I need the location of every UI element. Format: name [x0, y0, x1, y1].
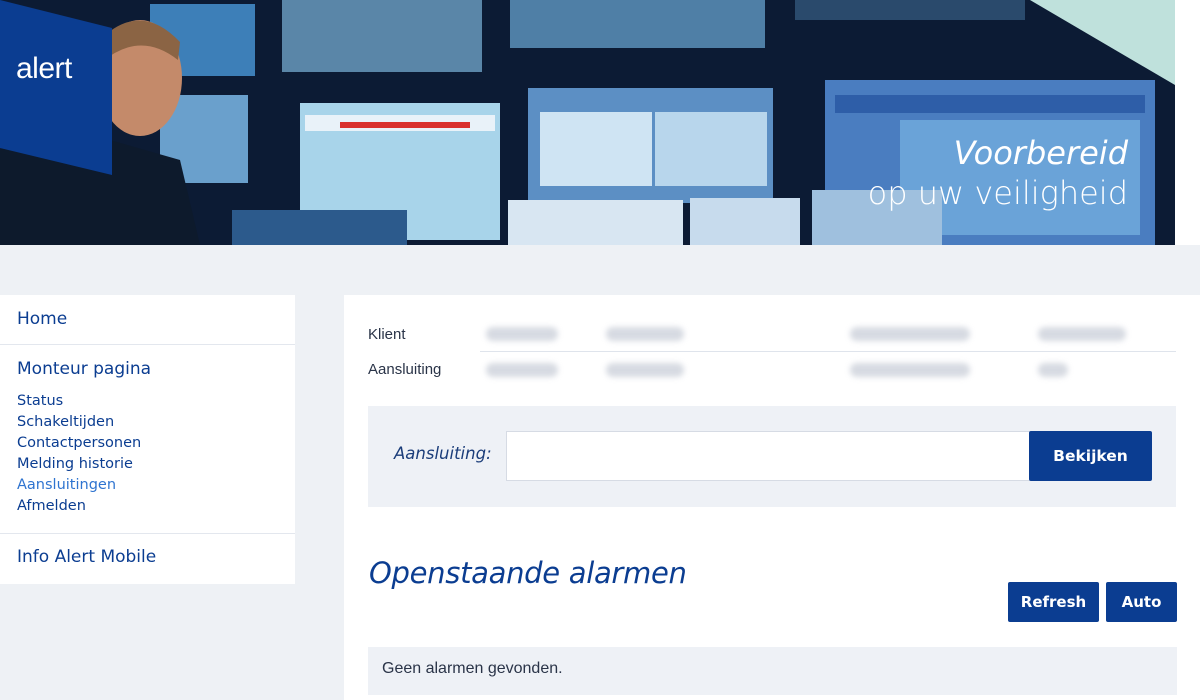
auto-refresh-button[interactable]: Auto — [1106, 582, 1177, 622]
sidebar-item-home[interactable]: Home — [0, 295, 295, 345]
redacted-value — [606, 327, 684, 341]
sidebar-section-monteur: Monteur pagina Status Schakeltijden Cont… — [0, 345, 295, 534]
sidebar-item-schakeltijden[interactable]: Schakeltijden — [17, 412, 278, 433]
sidebar-item-aansluitingen[interactable]: Aansluitingen — [17, 475, 278, 496]
client-info-table: Klient Aansluiting — [368, 317, 1176, 387]
connection-search-panel: Aansluiting: Bekijken — [368, 406, 1176, 507]
slogan-line-1: Voorbereid — [953, 134, 1128, 172]
connection-label: Aansluiting — [368, 361, 442, 378]
redacted-value — [486, 327, 558, 341]
sidebar-item-info-alert-mobile[interactable]: Info Alert Mobile — [0, 534, 295, 584]
sidebar-mobile-label[interactable]: Info Alert Mobile — [17, 547, 156, 567]
logo-badge — [0, 0, 112, 175]
sidebar-item-afmelden[interactable]: Afmelden — [17, 496, 278, 517]
connection-search-label: Aansluiting: — [394, 444, 492, 463]
sidebar-home-label[interactable]: Home — [17, 309, 67, 329]
client-row: Klient — [368, 317, 1176, 352]
redacted-value — [1038, 362, 1068, 377]
sidebar-item-melding-historie[interactable]: Melding historie — [17, 454, 278, 475]
no-alarms-message: Geen alarmen gevonden. — [368, 647, 1177, 695]
redacted-value — [486, 362, 558, 377]
redacted-value — [850, 362, 970, 377]
refresh-button[interactable]: Refresh — [1008, 582, 1099, 622]
connection-search-input[interactable] — [506, 431, 1030, 481]
alert-logo[interactable]: alert — [16, 52, 72, 86]
redacted-value — [1038, 327, 1126, 341]
sidebar-nav: Home Monteur pagina Status Schakeltijden… — [0, 295, 295, 584]
redacted-value — [850, 327, 970, 341]
client-label: Klient — [368, 325, 406, 343]
sidebar-item-contactpersonen[interactable]: Contactpersonen — [17, 433, 278, 454]
slogan-line-2: op uw veiligheid — [867, 174, 1128, 212]
main-content: Klient Aansluiting Aansluiting: Bekijken… — [344, 295, 1200, 700]
header-banner: alert Voorbereid op uw veiligheid — [0, 0, 1200, 245]
banner-slogan: Voorbereid op uw veiligheid — [868, 133, 1128, 213]
redacted-value — [606, 362, 684, 377]
view-button[interactable]: Bekijken — [1029, 431, 1152, 481]
connection-row: Aansluiting — [368, 352, 1176, 387]
sidebar-item-monteur-pagina[interactable]: Monteur pagina — [17, 359, 278, 379]
open-alarms-heading: Openstaande alarmen — [369, 556, 687, 590]
sidebar-item-status[interactable]: Status — [17, 391, 278, 412]
